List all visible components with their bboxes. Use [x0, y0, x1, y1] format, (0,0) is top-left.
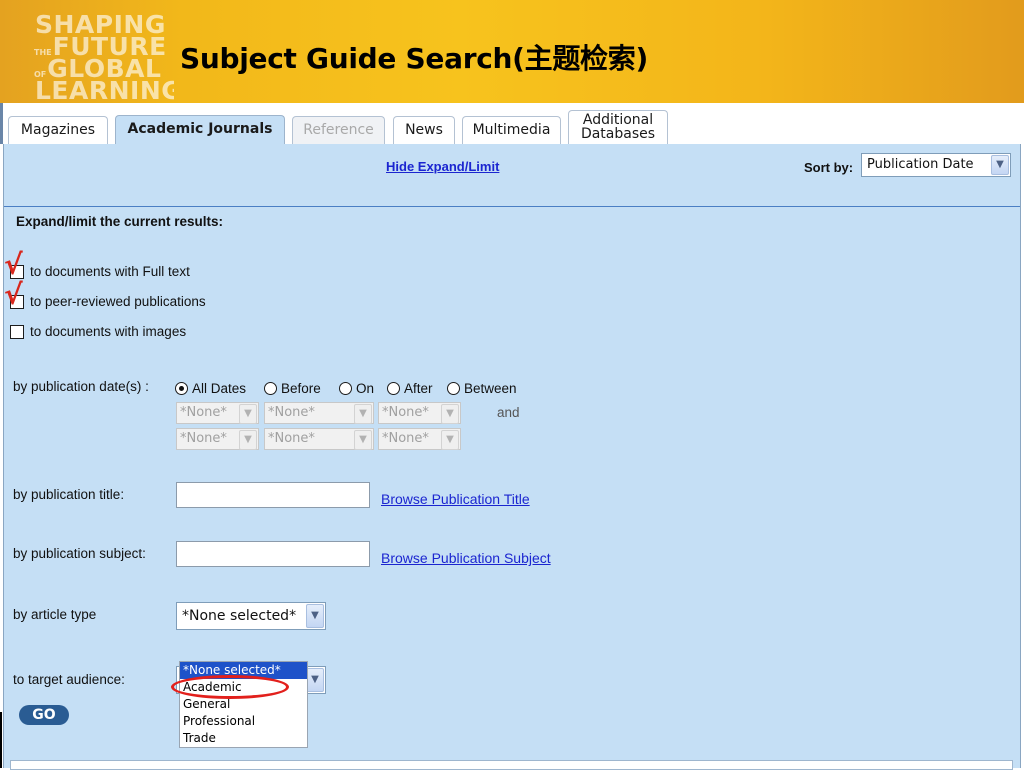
target-audience-dropdown-list[interactable]: *None selected* Academic General Profess… [179, 661, 308, 748]
header-banner: SHAPING THE FUTURE OF GLOBAL LEARNING Subj… [0, 0, 1024, 103]
article-type-label: by article type [13, 607, 97, 622]
tab-multimedia[interactable]: Multimedia [462, 116, 561, 144]
publication-date-label: by publication date(s) : [13, 379, 149, 394]
tab-magazines[interactable]: Magazines [8, 116, 108, 144]
radio-after-label: After [404, 381, 433, 396]
search-options-panel: Hide Expand/Limit Sort by: Publication D… [3, 144, 1021, 768]
sort-by-select[interactable]: Publication Date ▼ [861, 153, 1011, 177]
radio-between[interactable] [447, 382, 460, 395]
select-value: *None* [180, 405, 227, 420]
sort-by-label: Sort by: [804, 160, 854, 175]
date1-month-select: *None* ▼ [176, 402, 259, 424]
chevron-down-icon: ▼ [354, 430, 372, 450]
page-title: Subject Guide Search(主题检索) [180, 42, 648, 75]
radio-all-dates[interactable] [175, 382, 188, 395]
chevron-down-icon: ▼ [441, 430, 459, 450]
date1-day-select: *None* ▼ [264, 402, 374, 424]
tab-reference: Reference [292, 116, 385, 144]
panel-toolbar: Hide Expand/Limit Sort by: Publication D… [4, 144, 1020, 207]
tab-news[interactable]: News [393, 116, 455, 144]
peer-reviewed-label: to peer-reviewed publications [30, 294, 206, 309]
radio-after[interactable] [387, 382, 400, 395]
radio-before[interactable] [264, 382, 277, 395]
browse-publication-title-link[interactable]: Browse Publication Title [381, 491, 530, 507]
date2-month-select: *None* ▼ [176, 428, 259, 450]
radio-all-dates-label: All Dates [192, 381, 247, 396]
hide-expand-limit-link[interactable]: Hide Expand/Limit [386, 159, 499, 174]
date2-day-select: *None* ▼ [264, 428, 374, 450]
images-label: to documents with images [30, 324, 187, 339]
date1-year-select: *None* ▼ [378, 402, 461, 424]
publication-subject-input[interactable] [176, 541, 370, 567]
logo-line-4: LEARNING [35, 76, 174, 102]
select-value: *None* [180, 431, 227, 446]
article-type-value: *None selected* [182, 608, 297, 624]
full-text-label: to documents with Full text [30, 264, 190, 279]
select-value: *None* [382, 405, 429, 420]
date2-year-select: *None* ▼ [378, 428, 461, 450]
results-box-edge [10, 760, 1013, 770]
red-check-annotation-icon: √ [4, 278, 23, 311]
chevron-down-icon: ▼ [239, 404, 257, 424]
sort-by-value: Publication Date [867, 157, 974, 172]
tab-academic-journals[interactable]: Academic Journals [115, 115, 285, 144]
chevron-down-icon: ▼ [239, 430, 257, 450]
go-button[interactable]: GO [19, 705, 69, 725]
tab-additional-line2: Databases [580, 126, 656, 142]
chevron-down-icon: ▼ [441, 404, 459, 424]
expand-limit-heading: Expand/limit the current results: [16, 214, 224, 229]
date-and-label: and [497, 405, 520, 420]
select-value: *None* [268, 431, 315, 446]
tab-additional-line1: Additional [582, 112, 654, 128]
select-value: *None* [382, 431, 429, 446]
radio-on[interactable] [339, 382, 352, 395]
chevron-down-icon[interactable]: ▼ [306, 604, 324, 628]
red-highlight-ellipse [171, 675, 289, 699]
left-edge-bar [0, 712, 2, 768]
database-tab-bar: Magazines Academic Journals Reference Ne… [0, 103, 1024, 144]
publication-subject-label: by publication subject: [13, 546, 146, 561]
audience-option-professional[interactable]: Professional [180, 713, 307, 730]
chevron-down-icon: ▼ [354, 404, 372, 424]
audience-option-trade[interactable]: Trade [180, 730, 307, 747]
radio-between-label: Between [464, 381, 517, 396]
tab-additional-databases[interactable]: Additional Databases [568, 110, 668, 144]
article-type-select[interactable]: *None selected* ▼ [176, 602, 326, 630]
images-checkbox[interactable] [10, 325, 24, 339]
chevron-down-icon[interactable]: ▼ [991, 155, 1009, 175]
select-value: *None* [268, 405, 315, 420]
chevron-down-icon[interactable]: ▼ [306, 668, 324, 692]
shaping-future-logo: SHAPING THE FUTURE OF GLOBAL LEARNING [34, 14, 174, 102]
publication-title-label: by publication title: [13, 487, 125, 502]
radio-before-label: Before [281, 381, 321, 396]
target-audience-label: to target audience: [13, 672, 125, 687]
red-check-annotation-icon: √ [4, 248, 23, 281]
radio-on-label: On [356, 381, 375, 396]
browse-publication-subject-link[interactable]: Browse Publication Subject [381, 550, 551, 566]
publication-title-input[interactable] [176, 482, 370, 508]
